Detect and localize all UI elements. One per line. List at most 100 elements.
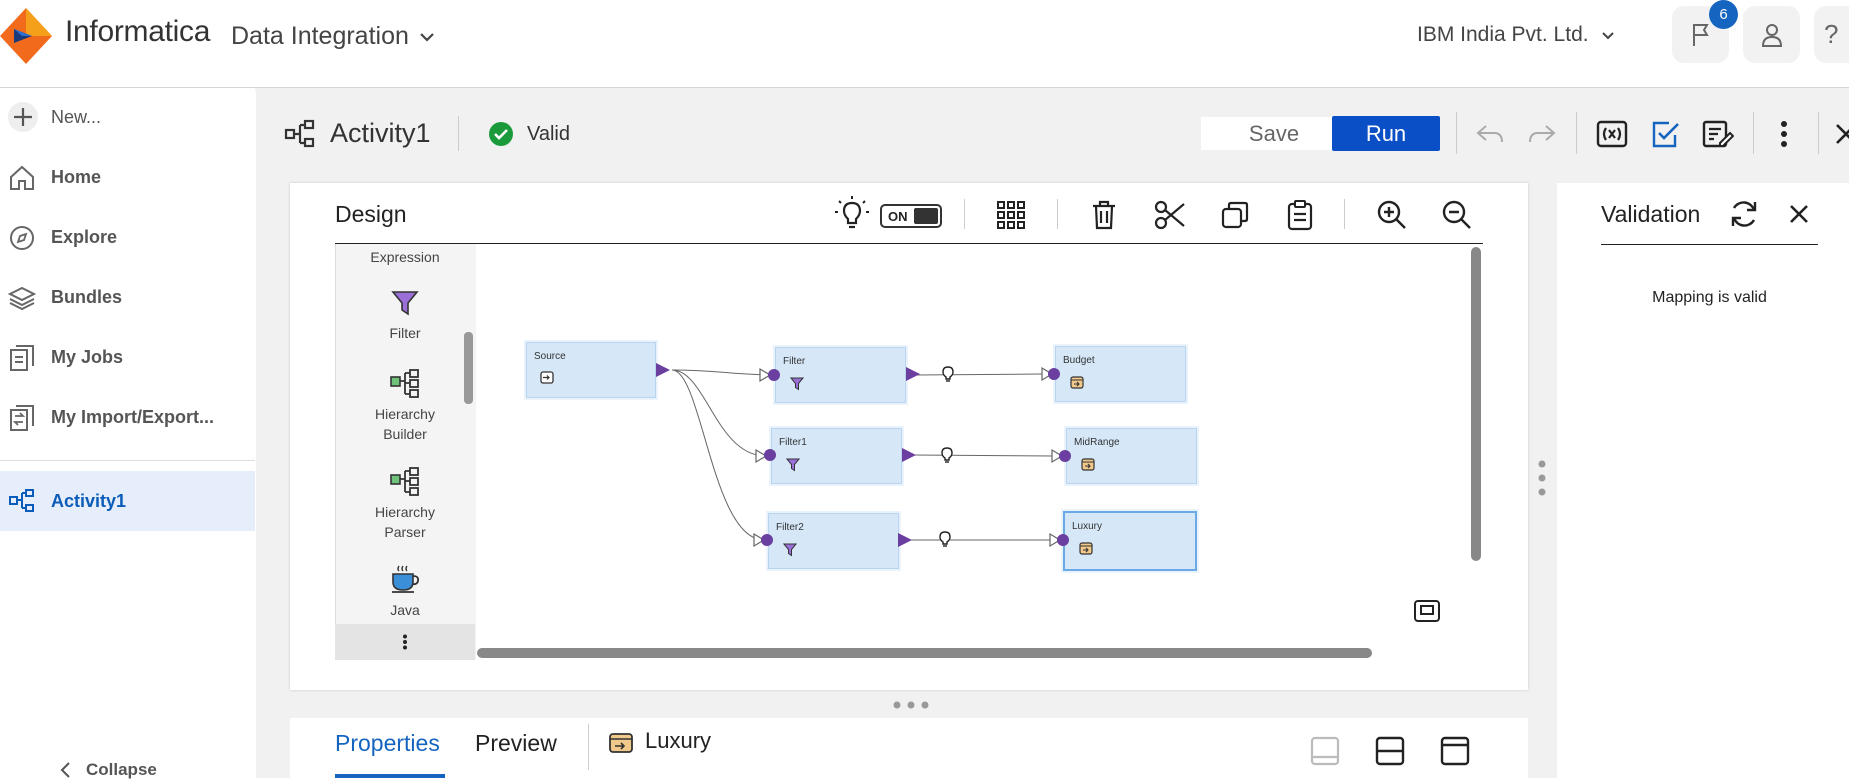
sidebar-item-import-export[interactable]: My Import/Export... <box>0 388 255 446</box>
output-port[interactable] <box>902 448 916 462</box>
home-icon <box>8 164 36 192</box>
zoom-in-button[interactable] <box>1374 198 1410 232</box>
output-port[interactable] <box>656 363 670 377</box>
tab-preview[interactable]: Preview <box>475 730 557 757</box>
canvas-vertical-scrollbar[interactable] <box>1471 247 1481 561</box>
org-name: IBM India Pvt. Ltd. <box>1417 23 1589 46</box>
input-port[interactable] <box>1059 450 1071 462</box>
horizontal-splitter-handle[interactable] <box>893 701 929 709</box>
node-filter2[interactable]: Filter2 <box>768 513 899 569</box>
node-filter1[interactable]: Filter1 <box>771 428 902 484</box>
layout-top-icon <box>1440 736 1470 766</box>
palette-more-button[interactable] <box>335 624 475 660</box>
paste-button[interactable] <box>1282 198 1318 232</box>
copy-button[interactable] <box>1217 198 1253 232</box>
node-budget[interactable]: Budget <box>1055 346 1186 402</box>
chevron-left-icon <box>58 761 72 779</box>
cut-button[interactable] <box>1152 198 1188 232</box>
validation-status: Valid <box>527 123 570 145</box>
lightbulb-icon[interactable] <box>940 446 954 464</box>
panel-layout-split-button[interactable] <box>1373 734 1407 768</box>
palette-item-label: Parser <box>384 524 426 540</box>
canvas-horizontal-scrollbar[interactable] <box>477 648 1372 658</box>
user-profile-button[interactable] <box>1743 6 1800 63</box>
input-port[interactable] <box>1048 368 1060 380</box>
output-port[interactable] <box>898 533 912 547</box>
validation-header-rule <box>1601 244 1818 245</box>
plus-icon <box>8 102 38 132</box>
redo-button[interactable] <box>1524 118 1560 150</box>
parameters-button[interactable] <box>1594 117 1630 151</box>
toolbar-divider <box>1753 112 1754 154</box>
sidebar-item-label: Bundles <box>51 286 123 307</box>
toggle-knob <box>914 208 938 224</box>
input-port[interactable] <box>761 534 773 546</box>
close-asset-button[interactable] <box>1834 120 1849 148</box>
help-button[interactable]: ? <box>1814 6 1849 63</box>
sidebar-item-bundles[interactable]: Bundles <box>0 268 255 326</box>
checklist-edit-icon <box>1702 119 1734 149</box>
run-button[interactable]: Run <box>1332 116 1440 151</box>
informatica-logo <box>0 8 52 64</box>
node-source[interactable]: Source <box>526 342 656 398</box>
recommendations-toggle[interactable]: ON <box>880 204 942 228</box>
properties-panel-button[interactable] <box>1700 117 1736 151</box>
sidebar-item-explore[interactable]: Explore <box>0 208 255 266</box>
more-vertical-icon <box>1780 120 1788 148</box>
copy-icon <box>1220 200 1250 230</box>
vertical-splitter-handle[interactable] <box>1538 460 1546 496</box>
trash-icon <box>1090 199 1118 231</box>
palette-item-hierarchy-builder[interactable]: Hierarchy Builder <box>335 368 475 444</box>
panel-layout-top-button[interactable] <box>1438 734 1472 768</box>
close-validation-button[interactable] <box>1785 200 1813 228</box>
more-actions-button[interactable] <box>1770 116 1798 152</box>
close-icon <box>1834 122 1849 146</box>
sidebar-item-home[interactable]: Home <box>0 148 255 206</box>
output-port[interactable] <box>906 367 920 381</box>
palette-item-label: Builder <box>383 426 427 442</box>
delete-button[interactable] <box>1086 198 1122 232</box>
palette-item-java[interactable]: Java <box>335 564 475 620</box>
org-switcher[interactable]: IBM India Pvt. Ltd. <box>1417 23 1615 47</box>
palette-item-hierarchy-parser[interactable]: Hierarchy Parser <box>335 466 475 542</box>
input-port[interactable] <box>764 449 776 461</box>
toolbar-divider <box>1344 199 1345 229</box>
sidebar-item-activity1[interactable]: Activity1 <box>0 471 255 531</box>
layers-icon <box>8 284 36 312</box>
sidebar-item-my-jobs[interactable]: My Jobs <box>0 328 255 386</box>
palette-item-filter[interactable]: Filter <box>335 289 475 345</box>
notification-badge: 6 <box>1709 0 1738 29</box>
node-midrange[interactable]: MidRange <box>1066 428 1197 484</box>
overview-button[interactable] <box>1412 597 1442 625</box>
lightbulb-icon[interactable] <box>938 530 952 548</box>
palette-scrollbar[interactable] <box>464 332 473 404</box>
mapping-icon <box>284 119 316 149</box>
arrange-all-button[interactable] <box>993 198 1029 232</box>
app-header: Informatica Data Integration IBM India P… <box>0 0 1849 88</box>
mapping-icon <box>8 488 36 516</box>
validate-icon <box>1651 119 1681 149</box>
lightbulb-icon[interactable] <box>941 365 955 383</box>
chevron-down-icon <box>1601 31 1615 40</box>
node-luxury[interactable]: Luxury <box>1063 511 1197 571</box>
undo-button[interactable] <box>1472 118 1508 150</box>
input-port[interactable] <box>1057 534 1069 546</box>
palette-item-expression[interactable]: Expression <box>335 247 475 267</box>
node-label: Filter1 <box>779 437 807 448</box>
import-export-icon <box>8 404 36 432</box>
tab-properties[interactable]: Properties <box>335 730 440 757</box>
zoom-out-icon <box>1441 199 1473 231</box>
sidebar-item-new[interactable]: New... <box>0 88 255 146</box>
zoom-out-button[interactable] <box>1439 198 1475 232</box>
sidebar-item-label: My Import/Export... <box>51 406 215 427</box>
collapse-button[interactable]: Collapse <box>58 760 157 780</box>
node-filter[interactable]: Filter <box>775 347 906 403</box>
validate-button[interactable] <box>1648 117 1684 151</box>
panel-layout-bottom-button[interactable] <box>1308 734 1342 768</box>
input-port[interactable] <box>768 369 780 381</box>
refresh-validation-button[interactable] <box>1726 196 1762 232</box>
save-button[interactable]: Save <box>1201 117 1347 150</box>
asset-title: Activity1 <box>330 118 431 148</box>
product-switcher[interactable]: Data Integration <box>231 22 435 51</box>
grid-icon <box>996 200 1026 230</box>
